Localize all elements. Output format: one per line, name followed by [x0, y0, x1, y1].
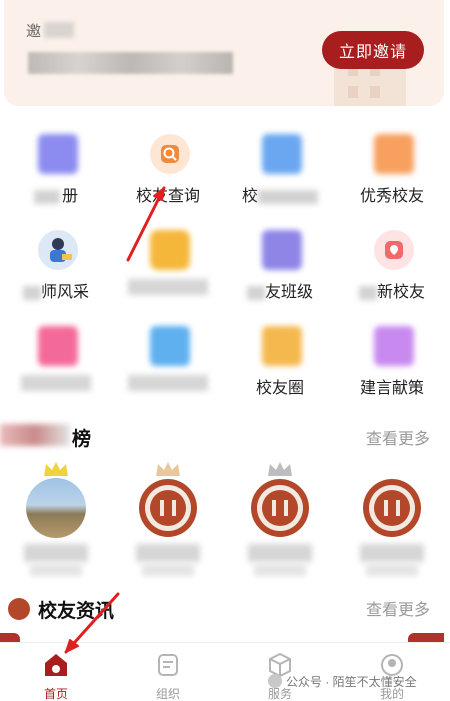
grid-item-label: 友班级	[224, 278, 336, 302]
invite-banner: 邀 立即邀请	[4, 0, 444, 106]
tab-home[interactable]: 首页	[0, 643, 112, 701]
grid-item-new-alumni[interactable]: 新校友	[336, 216, 448, 306]
ranking-more-link[interactable]: 查看更多	[366, 425, 430, 449]
bag-icon	[150, 326, 190, 366]
grid-item-alumni-search[interactable]: 校友查询	[112, 120, 224, 210]
star-alumni-icon	[374, 134, 414, 174]
class-icon	[262, 230, 302, 270]
photo-album-icon	[38, 134, 78, 174]
organization-icon	[158, 654, 178, 676]
grid-item-label: 册	[0, 182, 112, 206]
home-icon	[45, 654, 67, 676]
school-emblem-avatar	[362, 478, 422, 538]
grid-item-teacher-style[interactable]: 师风采	[0, 216, 112, 306]
tab-label: 组织	[155, 687, 180, 701]
grid-item-label	[112, 278, 224, 296]
bottom-tab-bar: 首页 组织 服务 我的	[0, 642, 450, 701]
grid-item-album[interactable]: 册	[0, 120, 112, 210]
avatar	[26, 478, 86, 538]
grid-item-outstanding-alumni[interactable]: 优秀校友	[336, 120, 448, 210]
rank-sub-blurred	[254, 564, 306, 576]
ranking-title: 榜	[72, 429, 92, 450]
rank-sub-blurred	[366, 564, 418, 576]
school-emblem-avatar	[250, 478, 310, 538]
grid-item-label: 校友圈	[255, 380, 304, 397]
watermark-text: 公众号 · 陌笙不太懂安全	[286, 675, 417, 689]
grid-item-label	[112, 374, 224, 392]
school-emblem-avatar	[138, 478, 198, 538]
grid-item-bag[interactable]	[112, 312, 224, 402]
grid-item-locked[interactable]	[112, 216, 224, 306]
gift-icon	[38, 326, 78, 366]
rank-name-blurred	[248, 544, 312, 562]
rank-item[interactable]	[112, 460, 224, 580]
lock-icon	[150, 230, 190, 270]
ranking-title-blurred	[0, 424, 70, 446]
rank-sub-blurred	[30, 564, 82, 576]
watermark: 公众号 · 陌笙不太懂安全	[268, 673, 417, 690]
invite-button[interactable]: 立即邀请	[322, 31, 424, 69]
tab-service[interactable]: 服务	[224, 643, 336, 701]
grid-item-label: 建言献策	[359, 380, 424, 397]
grid-item-label: 校	[224, 182, 336, 206]
tab-organization[interactable]: 组织	[112, 643, 224, 701]
grid-item-suggestions[interactable]: 建言献策	[336, 312, 448, 402]
rank-sub-blurred	[142, 564, 194, 576]
bronze-crown-icon	[156, 462, 180, 476]
location-heart-icon	[374, 230, 414, 270]
rank-name-blurred	[136, 544, 200, 562]
rank-name-blurred	[360, 544, 424, 562]
circle-icon	[262, 326, 302, 366]
banner-text: 邀	[26, 23, 42, 40]
wechat-icon	[268, 674, 282, 688]
rank-item[interactable]	[0, 460, 112, 580]
news-more-link[interactable]: 查看更多	[366, 596, 430, 620]
news-title: 校友资讯	[38, 601, 115, 622]
suggestion-icon	[374, 326, 414, 366]
rank-name-blurred	[24, 544, 88, 562]
grid-item-label: 校友查询	[135, 188, 200, 205]
grid-item-label: 新校友	[336, 278, 448, 302]
banner-subtext-blurred	[28, 52, 233, 74]
rank-item[interactable]	[224, 460, 336, 580]
grid-item-label	[0, 374, 112, 392]
tab-profile[interactable]: 我的	[336, 643, 448, 701]
tab-label: 首页	[43, 687, 68, 701]
silver-crown-icon	[268, 462, 292, 476]
grid-item-gift[interactable]	[0, 312, 112, 402]
grid-item-class[interactable]: 友班级	[224, 216, 336, 306]
grid-item-label: 优秀校友	[359, 188, 424, 205]
teacher-icon	[38, 230, 78, 270]
banner-text-blurred	[44, 22, 74, 38]
grid-item-alumni-circle[interactable]: 校友圈	[224, 312, 336, 402]
grid-item-label: 师风采	[0, 278, 112, 302]
rank-item[interactable]	[336, 460, 448, 580]
directory-icon	[262, 134, 302, 174]
grid-item-directory[interactable]: 校	[224, 120, 336, 210]
gold-crown-icon	[44, 462, 68, 476]
school-logo-icon	[8, 598, 30, 620]
search-icon	[150, 134, 190, 174]
